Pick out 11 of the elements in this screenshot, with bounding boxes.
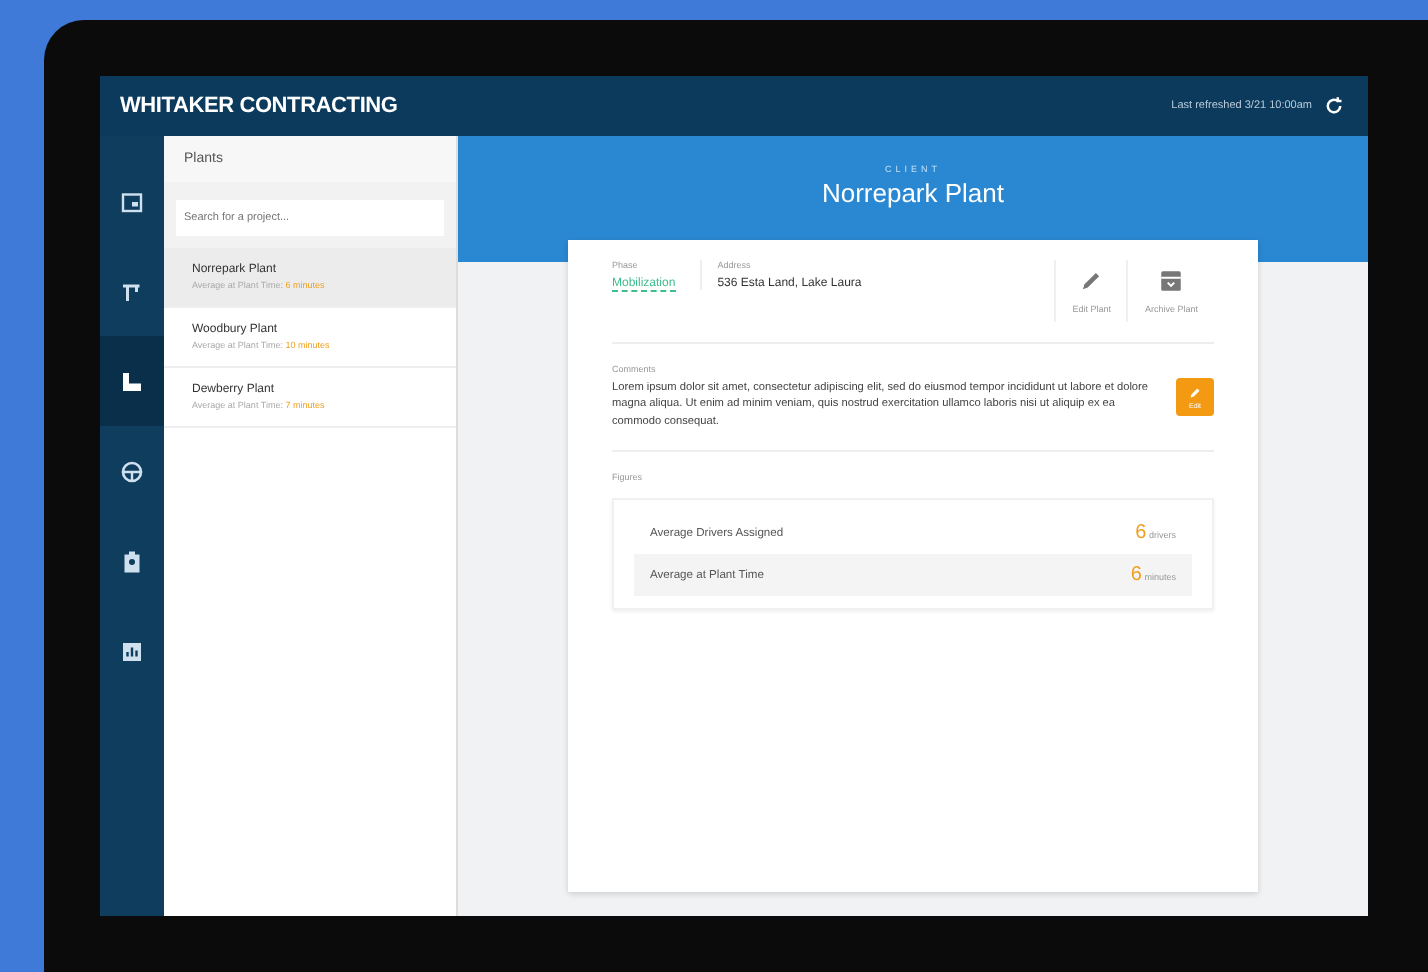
refresh-icon[interactable] [1324,96,1344,116]
app-title: WHITAKER CONTRACTING [120,94,398,118]
steering-wheel-icon [120,459,144,483]
chart-icon [120,639,144,663]
nav-item[interactable] [100,336,164,426]
calendar-icon [120,189,144,213]
crane-icon [120,279,144,303]
pencil-icon [1186,384,1204,403]
plant-title: Norrepark Plant [819,178,1007,208]
archive-icon [1158,268,1185,294]
pencil-icon [1078,268,1105,294]
